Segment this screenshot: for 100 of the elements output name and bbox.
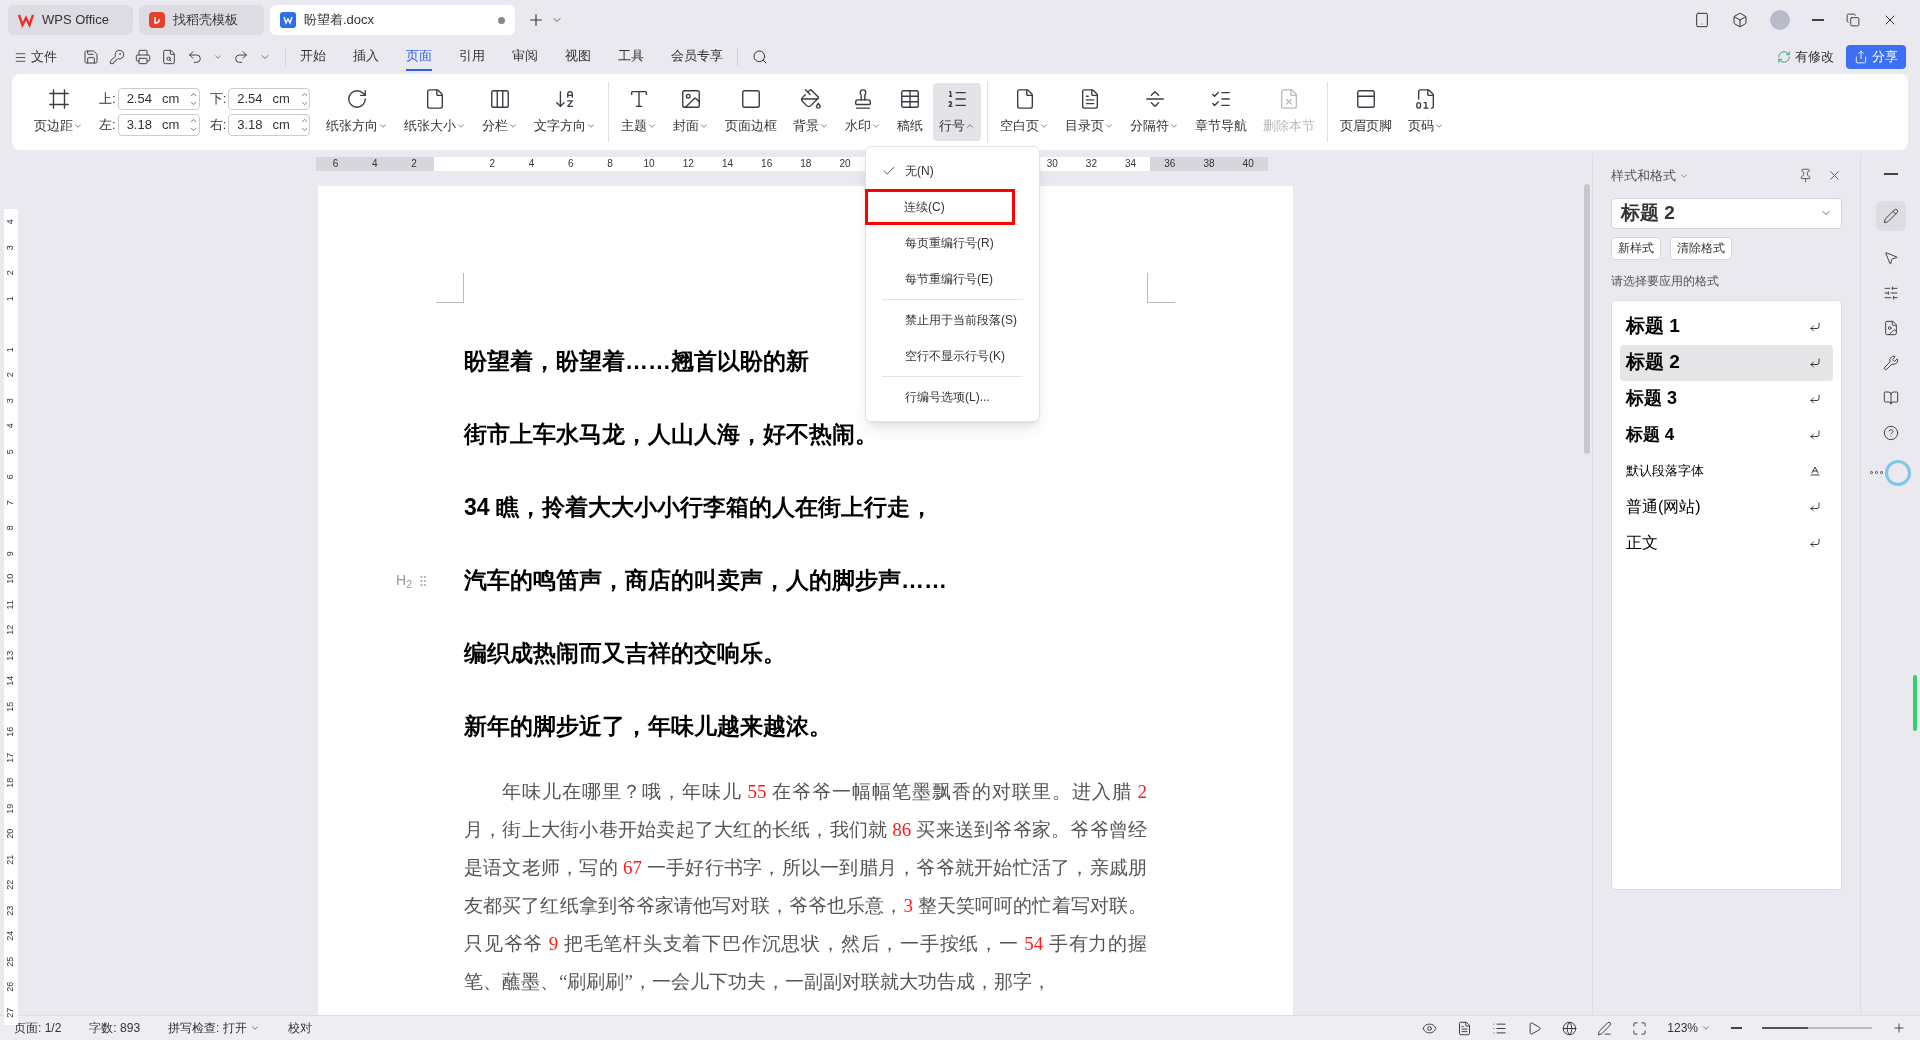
- grid-paper-icon: [899, 88, 922, 111]
- heading-text: 街市上车水马龙，人山人海，好不热闹。: [464, 420, 878, 450]
- scrollbar[interactable]: [1584, 184, 1590, 454]
- ribbon-tab[interactable]: 工具: [618, 43, 644, 71]
- share-button[interactable]: 分享: [1846, 45, 1906, 69]
- scroll-indicator: [1912, 674, 1917, 731]
- document-tab[interactable]: 找稻壳模板: [139, 5, 264, 35]
- ribbon-button[interactable]: 分栏: [476, 83, 525, 141]
- new-tab-icon: [527, 11, 545, 29]
- print-preview-icon: [161, 49, 177, 65]
- ribbon-button[interactable]: 页眉页脚: [1334, 83, 1399, 141]
- ribbon-button[interactable]: 封面: [667, 83, 716, 141]
- image-icon: [680, 88, 703, 111]
- pen-icon: [1597, 1020, 1613, 1036]
- panel-button[interactable]: 清除格式: [1670, 236, 1732, 260]
- ribbon-button[interactable]: 稿纸: [891, 83, 930, 141]
- outline-view-icon: [1492, 1020, 1508, 1036]
- ribbon-button[interactable]: 主题: [615, 83, 664, 141]
- margin-field[interactable]: 3.18 cm: [117, 114, 200, 136]
- tablet-icon: [1694, 12, 1710, 28]
- caret-icon: [249, 1023, 260, 1033]
- undo-icon: [187, 49, 203, 65]
- ribbon-tab[interactable]: 会员专享: [671, 43, 723, 71]
- caret-icon: [1104, 121, 1115, 131]
- margin-label: 左:: [99, 116, 116, 135]
- paragraph-mark-icon: [1809, 536, 1821, 549]
- margin-label: 上:: [99, 90, 116, 109]
- eye-icon: [1422, 1020, 1438, 1036]
- ribbon-button[interactable]: 章节导航: [1189, 83, 1254, 141]
- header-footer-icon: [1355, 88, 1378, 111]
- margin-field[interactable]: 2.54 cm: [228, 88, 311, 110]
- menu-item[interactable]: 每页重编行号(R): [866, 225, 1039, 261]
- tools-icon: [1882, 354, 1899, 371]
- caret-icon: [1169, 121, 1180, 131]
- panel-prompt: 请选择要应用的格式: [1611, 272, 1720, 290]
- web-view-icon: [1562, 1020, 1578, 1036]
- ribbon-button[interactable]: 背景: [787, 83, 836, 141]
- image-file-icon: [1882, 319, 1899, 336]
- ribbon-button[interactable]: 空白页: [994, 83, 1056, 141]
- margin-field[interactable]: 3.18 cm: [228, 114, 311, 136]
- ribbon-button[interactable]: 分隔符: [1124, 83, 1186, 141]
- style-item[interactable]: 标题 3: [1620, 380, 1833, 417]
- ribbon-button[interactable]: 纸张方向: [320, 83, 395, 141]
- menu-item[interactable]: 每节重编行号(E): [866, 261, 1039, 297]
- ribbon-tab[interactable]: 开始: [300, 43, 326, 71]
- paragraph-mark-icon: [1809, 428, 1821, 441]
- ribbon-tab[interactable]: 页面: [406, 43, 432, 71]
- ribbon-tab[interactable]: 审阅: [512, 43, 538, 71]
- menu-item[interactable]: 空行不显示行号(K): [866, 338, 1039, 374]
- body-paragraph: 年味儿在哪里？哦，年味儿 55 在爷爷一幅幅笔墨飘香的对联里。进入腊 2 月，街上大街小巷开始卖起了大红的长纸，我们就 86 买来送到爷爷家。爷爷曾经是语文老师，写的 67 一手好行书字，所以一到腊月，爷爷就开始忙活了，亲戚朋友都买了红纸拿到爷爷家请他写对联，爷爷也乐意，3 整天笑呵呵的忙着写对联。只见爷爷 9 把毛笔杆头支着下巴作沉思状，然后，一手按纸，一 54 手有力的握笔、蘸墨、“刷刷刷”，一会儿下功夫，一副副对联就大功告成，那字，: [464, 780, 1147, 994]
- columns-icon: [489, 88, 512, 111]
- status-item[interactable]: 字数: 893: [89, 1019, 141, 1037]
- status-item[interactable]: 校对: [287, 1019, 312, 1037]
- spinner-icon[interactable]: [299, 90, 309, 108]
- caret-icon: [378, 121, 389, 131]
- caret-icon: [1701, 1023, 1711, 1033]
- style-item[interactable]: 标题 1: [1620, 308, 1833, 345]
- style-item[interactable]: 标题 2: [1620, 344, 1833, 381]
- caret-icon: [213, 52, 223, 62]
- book-search-icon: [1882, 389, 1899, 406]
- document-tab[interactable]: WPS Office: [8, 5, 133, 35]
- ribbon-button[interactable]: 页面边框: [719, 83, 784, 141]
- heading-text: 34 瞧，拎着大大小小行李箱的人在街上行走，: [464, 493, 933, 523]
- heading-text: 编织成热闹而又吉祥的交响乐。: [464, 639, 786, 669]
- rotate-icon: [346, 88, 369, 111]
- ribbon-tab[interactable]: 插入: [353, 43, 379, 71]
- menu-item[interactable]: 禁止用于当前段落(S): [866, 302, 1039, 338]
- ribbon-button[interactable]: 行号: [933, 83, 982, 141]
- document-tab[interactable]: 盼望着.docx: [270, 5, 515, 35]
- margin-field[interactable]: 2.54 cm: [117, 88, 200, 110]
- ribbon-button[interactable]: 水印: [839, 83, 888, 141]
- style-item[interactable]: 正文: [1620, 524, 1833, 561]
- style-item[interactable]: 标题 4: [1620, 416, 1833, 453]
- ribbon-button[interactable]: 目录页: [1059, 83, 1121, 141]
- spinner-icon[interactable]: [189, 116, 199, 134]
- current-style-dropdown[interactable]: 标题 2: [1611, 197, 1842, 229]
- key-icon: [109, 49, 125, 65]
- status-item[interactable]: 拼写检查: 打开: [168, 1019, 260, 1037]
- panel-button[interactable]: 新样式: [1611, 236, 1661, 260]
- crop-mark: [436, 273, 464, 303]
- ribbon-button[interactable]: 页码: [1402, 83, 1451, 141]
- spinner-icon[interactable]: [189, 90, 199, 108]
- ribbon-button[interactable]: 页边距: [28, 83, 89, 141]
- ribbon-tab[interactable]: 引用: [459, 43, 485, 71]
- ribbon-button[interactable]: 文字方向: [528, 83, 603, 141]
- heading-text: 盼望着，盼望着……翘首以盼的新: [464, 347, 809, 377]
- ribbon-tab[interactable]: 视图: [565, 43, 591, 71]
- menu-item[interactable]: 连续(C): [865, 189, 1015, 225]
- caret-icon: [819, 121, 830, 131]
- style-item[interactable]: 默认段落字体: [1620, 452, 1833, 489]
- style-item[interactable]: 普通(网站): [1620, 488, 1833, 525]
- zoom-percent[interactable]: 123%: [1667, 1019, 1711, 1037]
- spinner-icon[interactable]: [299, 116, 309, 134]
- paragraph-mark-icon: [1809, 356, 1821, 369]
- edit-tool[interactable]: [1875, 200, 1906, 231]
- panel-title[interactable]: 样式和格式: [1611, 166, 1676, 186]
- menu-item[interactable]: 行编号选项(L)...: [866, 379, 1039, 415]
- ribbon-button[interactable]: 纸张大小: [398, 83, 473, 141]
- file-menu[interactable]: 文件: [14, 47, 57, 67]
- paint-bucket-icon: [800, 88, 823, 111]
